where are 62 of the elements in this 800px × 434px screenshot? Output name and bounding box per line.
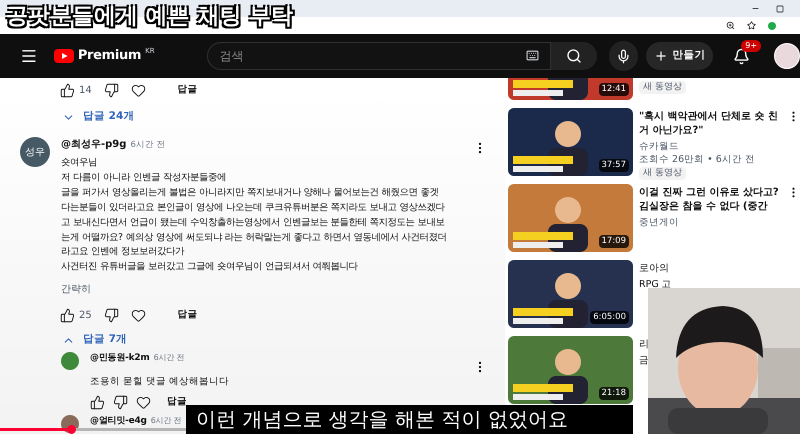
- bell-icon[interactable]: [733, 48, 750, 64]
- channel-name[interactable]: 슈카월드: [639, 140, 679, 153]
- video-duration: 37:57: [598, 159, 629, 172]
- channel-name[interactable]: 중년게이: [639, 216, 679, 229]
- comment-author[interactable]: @민동원-k2m: [90, 352, 150, 366]
- comment-time[interactable]: 6시간 전: [130, 139, 166, 152]
- comment-author[interactable]: @최성우-p9g: [61, 137, 126, 152]
- keyboard-icon[interactable]: [526, 49, 539, 62]
- search-icon: [566, 48, 582, 64]
- avatar[interactable]: 성우: [20, 137, 50, 167]
- dislike-icon[interactable]: [104, 308, 119, 323]
- video-title[interactable]: 이걸 진짜 그런 이유로 샀다고? 김실장은 참을 수 없다 (중간: [639, 186, 783, 214]
- comment-time[interactable]: 6시간 전: [150, 414, 182, 426]
- new-badge: 새 동영상: [639, 81, 686, 94]
- maximize-icon[interactable]: [776, 4, 784, 12]
- reply-button[interactable]: 답글: [167, 395, 187, 410]
- extension-icon[interactable]: [768, 22, 776, 30]
- video-duration: 17:09: [598, 235, 629, 248]
- channel-name[interactable]: RPG 고: [639, 278, 672, 291]
- video-duration: 6:05:00: [590, 311, 629, 324]
- heart-icon[interactable]: [130, 82, 146, 98]
- mic-button[interactable]: [608, 41, 638, 71]
- video-title[interactable]: "혹시 백악관에서 단체로 숏 친 거 아닌가요?": [639, 110, 783, 138]
- video-title[interactable]: 리: [639, 338, 649, 352]
- zoom-icon[interactable]: [726, 21, 735, 30]
- logo-text[interactable]: Premium: [78, 46, 142, 66]
- mic-icon: [616, 48, 631, 64]
- like-count: 14: [79, 84, 92, 98]
- channel-name[interactable]: 금: [639, 354, 649, 367]
- video-meta: 조회수 26만회 • 6시간 전: [639, 153, 755, 166]
- menu-icon[interactable]: [20, 47, 38, 65]
- avatar[interactable]: [774, 43, 800, 69]
- replies-toggle[interactable]: 답글 24개: [62, 107, 134, 127]
- video-duration: 21:18: [598, 387, 629, 400]
- dislike-icon[interactable]: [104, 82, 119, 98]
- dislike-icon[interactable]: [113, 395, 128, 410]
- video-title[interactable]: 로아의: [639, 262, 669, 276]
- comment-time[interactable]: 6시간 전: [154, 352, 184, 364]
- reply-button[interactable]: 답글: [178, 308, 198, 322]
- subtitle: 이런 개념으로 생각을 해본 적이 없었어요: [186, 405, 633, 434]
- create-button[interactable]: 만들기: [646, 42, 714, 70]
- heart-icon[interactable]: [136, 395, 151, 410]
- comment-text: 숏여우님 저 다름이 아니라 인벤글 작성자분들중에 글을 퍼가서 영상올리는게 불법은 아니라지만 쪽지보내거나 양해나 물어보는건 해줬으면 좋겟 다는분들이 있더라고요 본인글이 영상에 나오는데 쿠크유튜버분은 쪽지라도 보내고 영상쓰겠다 고 보내신다면서 언급이 됐는데 수익창출하는영상에서 인벤글보는 분들한테 쪽지정도는 보내보 는게 어떨까요? 예의상 영상에 써도되냐 라는 허락맡는게 좋다고 하면서 옆동네에서 사건터졌더 라고요 인벤에 정보보러갔다가 사건터진 유튜버글을 보러갔고 그글에 숏여우님이 언급되셔서 여쭤봅니다: [61, 156, 448, 274]
- replies-toggle[interactable]: 답글 7개: [62, 330, 127, 350]
- plus-icon: [654, 49, 668, 63]
- bookmark-icon[interactable]: [747, 21, 756, 30]
- overlay-title: 공팟분들에게 예쁜 채팅 부탁: [6, 3, 293, 31]
- like-icon[interactable]: [90, 395, 105, 410]
- like-count: 25: [79, 308, 92, 323]
- notification-badge: 9+: [741, 40, 762, 52]
- like-icon[interactable]: [60, 82, 75, 98]
- search-field[interactable]: 검색: [206, 42, 551, 70]
- reply-button[interactable]: 답글: [178, 82, 198, 98]
- collapse-link[interactable]: 간략히: [61, 282, 91, 298]
- youtube-logo-icon[interactable]: [54, 49, 74, 63]
- search-button[interactable]: [550, 42, 597, 70]
- like-icon[interactable]: [60, 308, 75, 323]
- comment-author[interactable]: @얼티밋-e4g: [90, 414, 147, 428]
- new-badge: 새 동영상: [639, 167, 686, 180]
- heart-icon[interactable]: [130, 308, 146, 323]
- video-duration: 12:41: [598, 83, 629, 96]
- comment-text: 조용히 묻힐 댓글 예상해봅니다: [90, 375, 230, 390]
